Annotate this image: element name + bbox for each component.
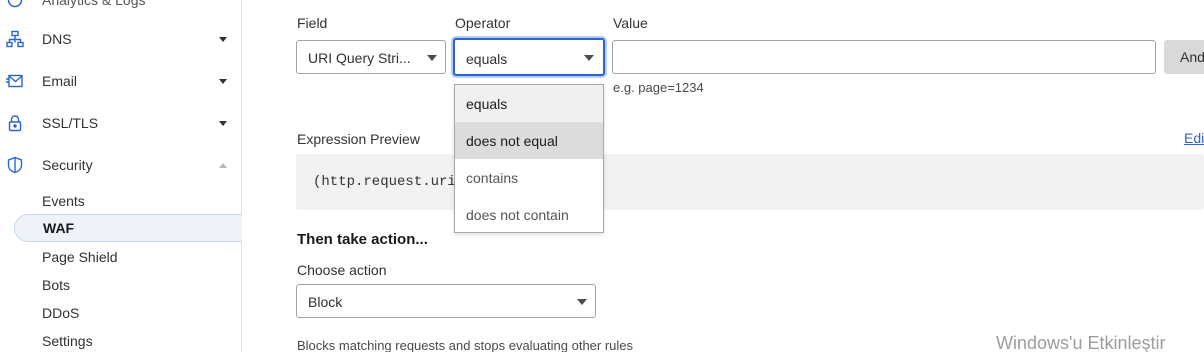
chevron-down-icon bbox=[577, 299, 587, 305]
sidebar-item-label: DNS bbox=[42, 31, 72, 47]
and-button-label: And bbox=[1180, 49, 1204, 65]
sidebar-subitem-settings[interactable]: Settings bbox=[42, 333, 93, 349]
operator-option-contains[interactable]: contains bbox=[455, 159, 603, 196]
action-description: Blocks matching requests and stops evalu… bbox=[297, 338, 634, 352]
choose-action-label: Choose action bbox=[297, 262, 387, 278]
operator-select-value: equals bbox=[466, 51, 508, 67]
sidebar-item-analytics[interactable]: Analytics & Logs bbox=[0, 0, 241, 14]
sidebar-item-label: SSL/TLS bbox=[42, 115, 99, 131]
field-label: Field bbox=[297, 15, 328, 31]
value-input[interactable] bbox=[612, 40, 1156, 74]
sidebar-subitem-bots[interactable]: Bots bbox=[42, 277, 70, 293]
chevron-down-icon bbox=[427, 55, 437, 61]
network-icon bbox=[6, 30, 24, 48]
action-select[interactable]: Block bbox=[296, 284, 596, 318]
operator-dropdown-menu: equals does not equal contains does not … bbox=[454, 84, 604, 233]
chevron-up-icon bbox=[219, 162, 227, 168]
chevron-down-icon bbox=[219, 36, 227, 42]
sidebar-subitem-events[interactable]: Events bbox=[42, 193, 85, 209]
then-take-action-heading: Then take action... bbox=[297, 231, 428, 248]
lock-icon bbox=[6, 114, 24, 132]
sidebar-item-ssl-tls[interactable]: SSL/TLS bbox=[0, 109, 241, 137]
operator-option-does-not-equal[interactable]: does not equal bbox=[455, 122, 603, 159]
operator-select[interactable]: equals bbox=[453, 38, 605, 76]
expression-preview: (http.request.uri bbox=[296, 154, 1204, 210]
sidebar-item-email[interactable]: Email bbox=[0, 67, 241, 95]
operator-option-does-not-contain[interactable]: does not contain bbox=[455, 196, 603, 233]
edit-expression-link[interactable]: Edit bbox=[1184, 130, 1204, 146]
field-select-value: URI Query Stri... bbox=[308, 50, 411, 66]
sidebar-subitem-ddos[interactable]: DDoS bbox=[42, 305, 79, 321]
sidebar-item-dns[interactable]: DNS bbox=[0, 25, 241, 53]
shield-icon bbox=[6, 156, 24, 174]
operator-label: Operator bbox=[455, 15, 511, 31]
expression-preview-label: Expression Preview bbox=[297, 131, 420, 147]
expression-preview-code: (http.request.uri bbox=[313, 174, 456, 190]
chevron-down-icon bbox=[584, 55, 594, 61]
chevron-down-icon bbox=[219, 78, 227, 84]
sidebar-item-security[interactable]: Security bbox=[0, 151, 241, 179]
sidebar-item-label: Security bbox=[42, 157, 93, 173]
field-select[interactable]: URI Query Stri... bbox=[296, 40, 446, 74]
chevron-down-icon bbox=[219, 120, 227, 126]
value-hint: e.g. page=1234 bbox=[613, 80, 704, 95]
sidebar-subitem-page-shield[interactable]: Page Shield bbox=[42, 249, 118, 265]
operator-option-equals[interactable]: equals bbox=[455, 85, 603, 122]
value-label: Value bbox=[613, 15, 648, 31]
sidebar-item-label: Email bbox=[42, 73, 78, 89]
sidebar: Analytics & Logs DNS Email SSL/TLS Secur… bbox=[0, 0, 242, 352]
sidebar-item-label: Analytics & Logs bbox=[42, 0, 146, 8]
sidebar-subitem-waf[interactable]: WAF bbox=[43, 220, 74, 236]
analytics-icon bbox=[6, 0, 24, 9]
and-button[interactable]: And bbox=[1164, 40, 1204, 74]
email-icon bbox=[6, 72, 24, 90]
action-select-value: Block bbox=[308, 294, 343, 310]
windows-activation-watermark: Windows'u Etkinleştir bbox=[996, 333, 1166, 352]
